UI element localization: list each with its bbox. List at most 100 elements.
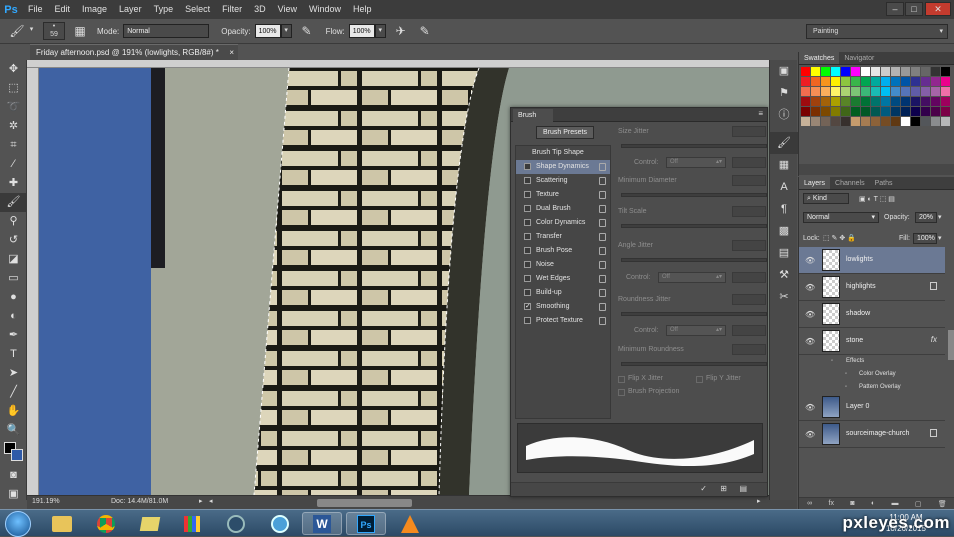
marquee-tool-icon[interactable]: ⬚ [0,79,27,98]
swatch[interactable] [871,107,880,116]
tilt-scale-field[interactable] [732,206,766,217]
link-layers-icon[interactable]: ∞ [807,500,812,507]
swatch[interactable] [891,107,900,116]
menu-edit[interactable]: Edit [49,0,77,19]
swatch[interactable] [831,67,840,76]
swatch[interactable] [911,107,920,116]
brush-tool-icon[interactable]: 🖌 [8,22,26,40]
mode-select[interactable]: Normal [123,24,210,38]
swatch[interactable] [841,117,850,126]
swatch[interactable] [891,117,900,126]
swatch[interactable] [821,67,830,76]
swatch[interactable] [821,87,830,96]
layer-row[interactable]: 👁 highlights [799,274,945,301]
swatch[interactable] [851,67,860,76]
eye-icon[interactable]: ◦ [845,371,847,377]
swatch[interactable] [901,67,910,76]
airbrush-icon[interactable]: ✈ [392,22,410,40]
folder-icon[interactable] [130,512,170,535]
minimum-diameter-slider[interactable] [621,193,767,197]
fill-chevron-icon[interactable]: ▾ [938,234,942,242]
swatch[interactable] [901,117,910,126]
gradient-tool-icon[interactable]: ▭ [0,269,27,288]
screen-mode-icon[interactable]: ▣ [0,485,27,504]
swatch[interactable] [941,67,950,76]
size-jitter-field[interactable] [732,126,766,137]
swatch[interactable] [911,67,920,76]
zoom-level[interactable]: 191.19% [32,498,60,505]
checkbox[interactable] [524,317,531,324]
tab-swatches[interactable]: Swatches [799,52,840,64]
tool-presets-icon[interactable]: ⚒ [770,264,798,286]
brush-panel-toggle-icon[interactable]: ▦ [71,22,89,40]
menu-type[interactable]: Type [148,0,180,19]
globe-icon[interactable] [216,512,256,535]
status-menu-arrow-icon[interactable]: ▸ [199,497,203,505]
swatch[interactable] [911,117,920,126]
swatch[interactable] [881,107,890,116]
swatch[interactable] [901,87,910,96]
gear-app-icon[interactable] [260,512,300,535]
swatch[interactable] [871,67,880,76]
close-icon[interactable]: × [229,45,234,60]
swatch[interactable] [851,107,860,116]
eye-icon[interactable]: ◦ [845,384,847,390]
swatch[interactable] [881,67,890,76]
swatch[interactable] [901,77,910,86]
filter-icons[interactable]: ▣ ◐ T ⬚ ▤ [859,195,895,203]
swatch[interactable] [891,87,900,96]
swatch[interactable] [871,77,880,86]
swatch[interactable] [801,107,810,116]
layer-row[interactable]: 👁 stone fx [799,328,945,355]
tab-navigator[interactable]: Navigator [839,52,879,64]
size-control-select[interactable]: Off ▴▾ [666,157,726,168]
swatch[interactable] [841,107,850,116]
horizontal-scrollbar[interactable] [317,499,412,507]
swatch[interactable] [891,97,900,106]
brush-option-wet-edges[interactable]: Wet Edges [516,272,610,286]
swatch[interactable] [941,97,950,106]
swatch[interactable] [901,97,910,106]
swatch[interactable] [821,117,830,126]
checkbox[interactable] [524,261,531,268]
visibility-eye-icon[interactable]: 👁 [805,403,815,412]
tool-preset-chevron-icon[interactable]: ▾ [26,24,37,38]
grid-app-icon[interactable] [172,512,212,535]
close-window-button[interactable]: ✕ [925,2,951,16]
brush-option-brush-pose[interactable]: Brush Pose [516,244,610,258]
lock-icon[interactable] [599,303,606,311]
checkbox[interactable] [524,191,531,198]
layer-row[interactable]: 👁 shadow [799,301,945,328]
swatch[interactable] [931,107,940,116]
swatch[interactable] [811,97,820,106]
flow-input[interactable]: 100% [348,24,375,38]
swatch[interactable] [931,87,940,96]
swatch[interactable] [861,107,870,116]
magic-wand-tool-icon[interactable]: ✲ [0,117,27,136]
swatch[interactable] [811,77,820,86]
visibility-eye-icon[interactable]: 👁 [805,430,815,439]
swatch[interactable] [821,97,830,106]
pressure-size-icon[interactable]: ✎ [416,22,434,40]
dodge-tool-icon[interactable]: ◐ [0,307,27,326]
visibility-eye-icon[interactable]: 👁 [805,256,815,265]
workspace-select[interactable]: Painting ▾ [806,24,948,39]
swatch[interactable] [801,97,810,106]
checkbox[interactable] [524,289,531,296]
swatch[interactable] [931,97,940,106]
flow-dropdown-icon[interactable]: ▾ [374,24,386,38]
visibility-eye-icon[interactable]: 👁 [805,310,815,319]
swatch[interactable] [841,77,850,86]
angle-jitter-slider[interactable] [621,258,767,262]
menu-select[interactable]: Select [179,0,216,19]
tilt-scale-slider[interactable] [621,224,767,228]
background-color[interactable] [11,449,23,461]
character-panel-icon[interactable]: A [770,176,798,198]
new-group-icon[interactable]: ▬ [892,500,899,507]
crop-tool-icon[interactable]: ⌗ [0,136,27,155]
blend-mode-select[interactable]: Normal ▾ [803,212,879,223]
swatch[interactable] [941,87,950,96]
lasso-tool-icon[interactable]: ➰ [0,98,27,117]
angle-control-select[interactable]: Off ▴▾ [658,272,726,283]
swatch[interactable] [871,97,880,106]
